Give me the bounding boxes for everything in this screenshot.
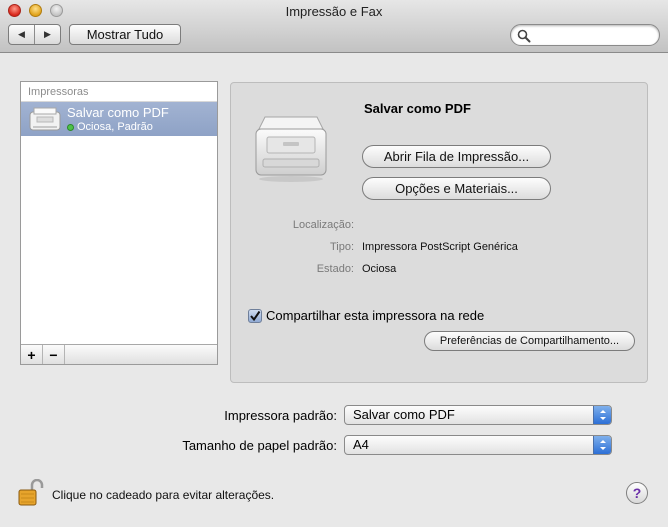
printer-detail-panel: Salvar como PDF Abrir Fila de Impressão.… <box>230 82 648 383</box>
share-printer-checkbox[interactable] <box>248 308 262 323</box>
forward-arrow-icon: ▶ <box>44 29 51 39</box>
printer-title: Salvar como PDF <box>364 101 471 116</box>
back-button[interactable]: ◀ <box>9 25 35 44</box>
default-paper-size-popup[interactable]: A4 <box>344 435 612 455</box>
remove-printer-button[interactable]: − <box>43 345 65 364</box>
type-label: Tipo: <box>329 241 354 253</box>
help-button[interactable]: ? <box>626 482 648 504</box>
status-indicator-icon <box>67 124 74 131</box>
forward-button[interactable]: ▶ <box>35 25 60 44</box>
sharing-preferences-button[interactable]: Preferências de Compartilhamento... <box>424 331 635 351</box>
share-printer-row: Compartilhar esta impressora na rede <box>248 308 484 323</box>
checkmark-icon <box>250 310 261 321</box>
state-value: Ociosa <box>362 263 397 275</box>
search-field[interactable] <box>510 24 660 46</box>
popup-arrows-icon <box>593 436 611 454</box>
help-icon: ? <box>632 485 642 501</box>
default-printer-popup[interactable]: Salvar como PDF <box>344 405 612 425</box>
printer-list: Impressoras Salvar como PDF Ociosa, Padr… <box>20 81 218 365</box>
back-forward-control: ◀ ▶ <box>8 24 61 45</box>
printer-list-header: Impressoras <box>21 82 217 102</box>
options-supplies-button[interactable]: Opções e Materiais... <box>362 177 551 200</box>
search-input[interactable] <box>533 28 653 43</box>
printer-list-item[interactable]: Salvar como PDF Ociosa, Padrão <box>21 102 217 136</box>
window-title: Impressão e Fax <box>285 4 383 19</box>
default-paper-size-value: A4 <box>353 437 369 452</box>
type-value: Impressora PostScript Genérica <box>362 241 518 253</box>
unlocked-padlock-icon[interactable] <box>18 479 44 507</box>
printer-status: Ociosa, Padrão <box>77 121 153 133</box>
default-printer-value: Salvar como PDF <box>353 407 455 422</box>
show-all-button[interactable]: Mostrar Tudo <box>69 24 181 45</box>
back-arrow-icon: ◀ <box>18 29 25 39</box>
share-printer-label[interactable]: Compartilhar esta impressora na rede <box>266 308 484 323</box>
state-label: Estado: <box>316 263 354 275</box>
printer-large-icon <box>255 116 327 182</box>
printer-list-footer: + − <box>21 344 217 364</box>
default-printer-label: Impressora padrão: <box>224 408 337 423</box>
printer-icon <box>29 107 61 131</box>
open-print-queue-button[interactable]: Abrir Fila de Impressão... <box>362 145 551 168</box>
location-label: Localização: <box>292 219 354 231</box>
toolbar: Impressão e Fax ◀ ▶ Mostrar Tudo <box>0 0 668 53</box>
magnifier-icon <box>517 29 531 43</box>
add-printer-button[interactable]: + <box>21 345 43 364</box>
default-paper-size-label: Tamanho de papel padrão: <box>182 438 337 453</box>
popup-arrows-icon <box>593 406 611 424</box>
lock-message: Clique no cadeado para evitar alterações… <box>52 488 275 502</box>
printer-name: Salvar como PDF <box>67 105 169 120</box>
preferences-window: Impressão e Fax ◀ ▶ Mostrar Tudo Impress… <box>0 0 668 527</box>
